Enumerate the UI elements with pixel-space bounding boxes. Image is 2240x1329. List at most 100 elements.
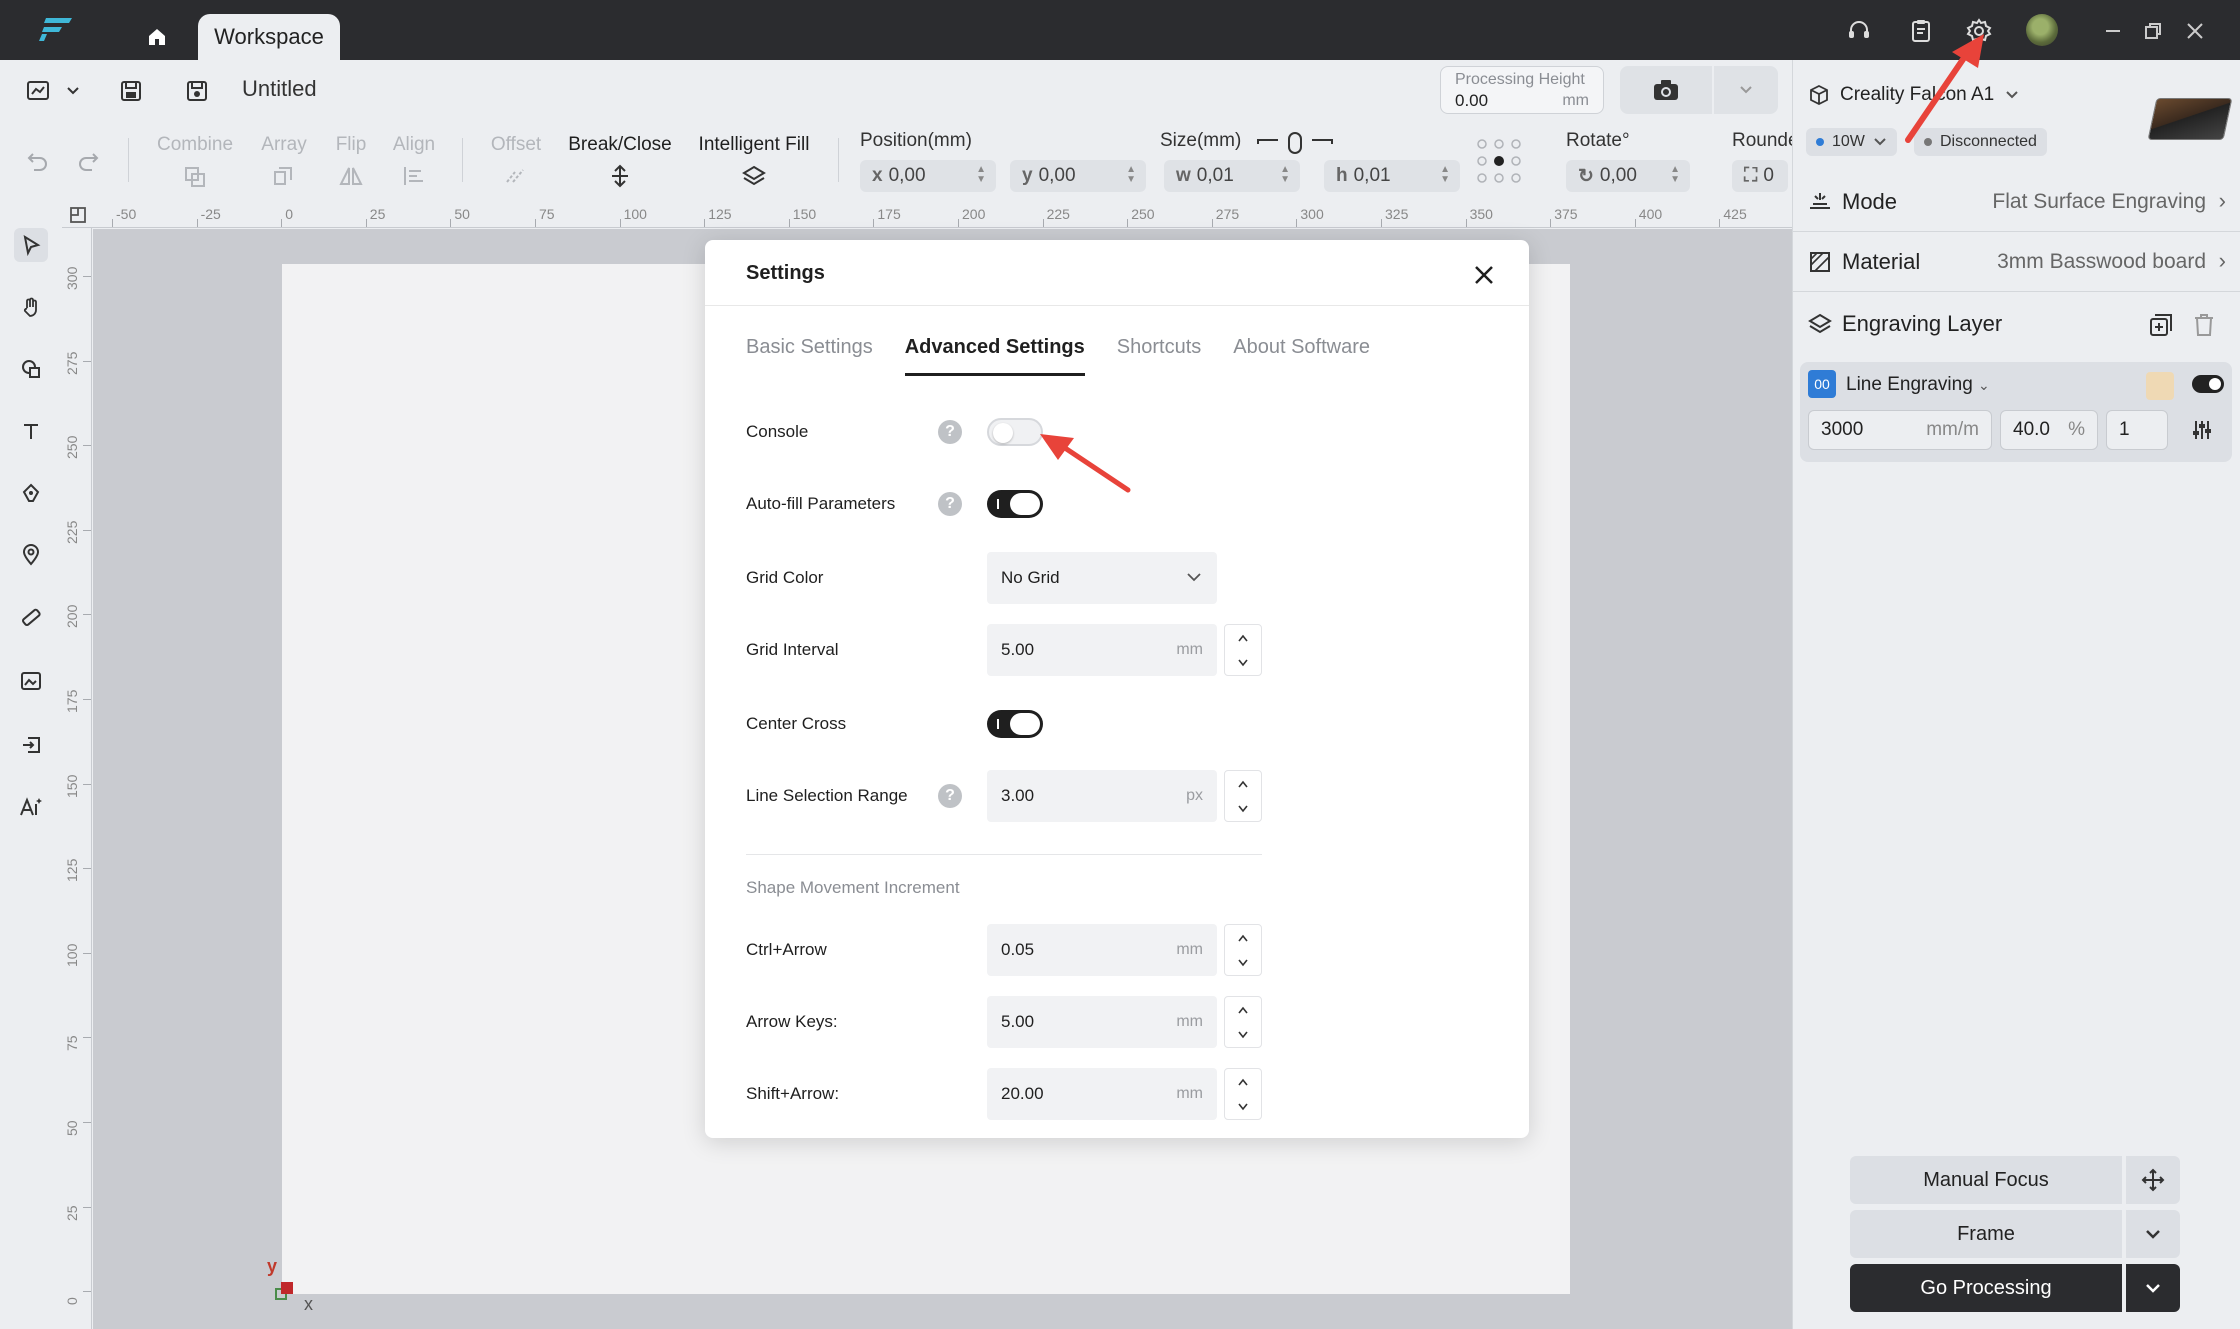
- grid-interval-input[interactable]: 5.00 mm: [987, 624, 1217, 676]
- layer-type-selector[interactable]: Line Engraving ⌄: [1846, 374, 1990, 396]
- console-toggle[interactable]: [987, 418, 1043, 446]
- size-w-input[interactable]: w 0,01 ▲ ▼: [1164, 160, 1300, 192]
- user-avatar[interactable]: [2026, 14, 2058, 46]
- save-as-icon[interactable]: [182, 76, 212, 106]
- line-selection-input[interactable]: 3.00 px: [987, 770, 1217, 822]
- layer-card[interactable]: 00 Line Engraving ⌄ 3000 mm/m 40.0 % 1: [1800, 362, 2232, 462]
- ruler-corner-icon[interactable]: [68, 206, 88, 224]
- tab-advanced-settings[interactable]: Advanced Settings: [904, 336, 1085, 376]
- array-button[interactable]: Array: [256, 134, 312, 188]
- tab-basic-settings[interactable]: Basic Settings: [746, 336, 873, 376]
- flip-button[interactable]: Flip: [330, 134, 372, 188]
- help-icon[interactable]: ?: [938, 784, 962, 808]
- position-x-input[interactable]: x 0,00 ▲ ▼: [860, 160, 996, 192]
- hand-tool-icon[interactable]: [14, 290, 48, 324]
- manual-focus-button[interactable]: Manual Focus: [1850, 1156, 2122, 1204]
- help-icon[interactable]: ?: [938, 492, 962, 516]
- camera-dropdown-button[interactable]: [1714, 66, 1778, 114]
- material-row[interactable]: Material 3mm Basswood board ›: [1792, 232, 2240, 292]
- stepper-icon[interactable]: ▲ ▼: [1126, 165, 1136, 185]
- home-button[interactable]: [142, 22, 172, 52]
- layer-speed-input[interactable]: 3000 mm/m: [1808, 410, 1992, 450]
- chevron-up-icon[interactable]: [1225, 1069, 1261, 1094]
- autofill-toggle[interactable]: [987, 490, 1043, 518]
- align-button[interactable]: Align: [388, 134, 440, 188]
- offset-button[interactable]: Offset: [488, 134, 544, 188]
- measure-tool-icon[interactable]: [14, 600, 48, 634]
- tab-shortcuts[interactable]: Shortcuts: [1117, 336, 1201, 376]
- layer-power-input[interactable]: 40.0 %: [2000, 410, 2098, 450]
- clipboard-icon[interactable]: [1906, 16, 1936, 46]
- help-icon[interactable]: ?: [938, 420, 962, 444]
- minimize-icon[interactable]: [2098, 16, 2128, 46]
- chevron-up-icon[interactable]: [1225, 771, 1261, 796]
- power-selector[interactable]: 10W: [1806, 128, 1897, 156]
- close-icon[interactable]: [2180, 16, 2210, 46]
- layer-passes-input[interactable]: 1: [2106, 410, 2168, 450]
- chevron-down-icon[interactable]: [1225, 1094, 1261, 1119]
- frame-button[interactable]: Frame: [1850, 1210, 2122, 1258]
- go-processing-button[interactable]: Go Processing: [1850, 1264, 2122, 1312]
- image-tool-icon[interactable]: [14, 664, 48, 698]
- add-layer-icon[interactable]: [2148, 312, 2174, 338]
- grid-interval-stepper[interactable]: [1224, 624, 1262, 676]
- ctrl-arrow-input[interactable]: 0.05 mm: [987, 924, 1217, 976]
- stepper-icon[interactable]: ▲ ▼: [1670, 165, 1680, 185]
- shapes-tool-icon[interactable]: [14, 352, 48, 386]
- line-selection-stepper[interactable]: [1224, 770, 1262, 822]
- mode-row[interactable]: Mode Flat Surface Engraving ›: [1792, 172, 2240, 232]
- shift-arrow-stepper[interactable]: [1224, 1068, 1262, 1120]
- redo-icon[interactable]: [74, 146, 104, 176]
- connection-status[interactable]: Disconnected: [1914, 128, 2047, 156]
- anchor-point-grid-icon[interactable]: [1474, 136, 1524, 186]
- restore-icon[interactable]: [2138, 16, 2168, 46]
- stepper-icon[interactable]: ▲ ▼: [1280, 165, 1290, 185]
- tab-about-software[interactable]: About Software: [1233, 336, 1370, 376]
- support-icon[interactable]: [1844, 16, 1874, 46]
- go-processing-dropdown-button[interactable]: [2126, 1264, 2180, 1312]
- intelligent-fill-button[interactable]: Intelligent Fill: [696, 134, 812, 188]
- stepper-icon[interactable]: ▲ ▼: [1440, 165, 1450, 185]
- open-file-icon[interactable]: [24, 76, 54, 106]
- select-tool-icon[interactable]: [14, 228, 48, 262]
- chevron-down-icon[interactable]: [1225, 1022, 1261, 1047]
- round-input[interactable]: ⛶ 0: [1732, 160, 1788, 192]
- break-close-button[interactable]: Break/Close: [568, 134, 672, 188]
- save-icon[interactable]: [116, 76, 146, 106]
- machine-selector[interactable]: Creality Falcon A1: [1808, 84, 2020, 106]
- combine-button[interactable]: Combine: [156, 134, 234, 188]
- ctrl-arrow-stepper[interactable]: [1224, 924, 1262, 976]
- chevron-down-icon[interactable]: [58, 76, 88, 106]
- arrow-keys-input[interactable]: 5.00 mm: [987, 996, 1217, 1048]
- pen-tool-icon[interactable]: [14, 476, 48, 510]
- processing-height-field[interactable]: Processing Height 0.00 mm: [1440, 66, 1604, 114]
- tab-workspace[interactable]: Workspace: [198, 14, 340, 60]
- rotate-input[interactable]: ↻ 0,00 ▲ ▼: [1566, 160, 1690, 192]
- chevron-up-icon[interactable]: [1225, 925, 1261, 950]
- lock-ratio-icon[interactable]: [1256, 130, 1334, 156]
- chevron-down-icon[interactable]: [1225, 950, 1261, 975]
- chevron-down-icon[interactable]: [1225, 796, 1261, 821]
- chevron-up-icon[interactable]: [1225, 625, 1261, 650]
- size-h-input[interactable]: h 0,01 ▲ ▼: [1324, 160, 1460, 192]
- shift-arrow-input[interactable]: 20.00 mm: [987, 1068, 1217, 1120]
- chevron-up-icon[interactable]: [1225, 997, 1261, 1022]
- center-cross-toggle[interactable]: [987, 710, 1043, 738]
- delete-layer-icon[interactable]: [2192, 312, 2216, 338]
- frame-dropdown-button[interactable]: [2126, 1210, 2180, 1258]
- position-y-input[interactable]: y 0,00 ▲ ▼: [1010, 160, 1146, 192]
- stepper-icon[interactable]: ▲ ▼: [976, 165, 986, 185]
- layer-settings-sliders-icon[interactable]: [2190, 418, 2214, 442]
- settings-gear-icon[interactable]: [1964, 16, 1994, 46]
- ai-tool-icon[interactable]: [14, 790, 48, 824]
- camera-button[interactable]: [1620, 66, 1712, 114]
- import-tool-icon[interactable]: [14, 728, 48, 762]
- undo-icon[interactable]: [22, 146, 52, 176]
- layer-color-swatch[interactable]: [2146, 372, 2174, 400]
- location-tool-icon[interactable]: [14, 538, 48, 572]
- move-button[interactable]: [2126, 1156, 2180, 1204]
- text-tool-icon[interactable]: [14, 414, 48, 448]
- dialog-close-button[interactable]: [1467, 258, 1501, 292]
- chevron-down-icon[interactable]: [1225, 650, 1261, 675]
- grid-color-select[interactable]: No Grid: [987, 552, 1217, 604]
